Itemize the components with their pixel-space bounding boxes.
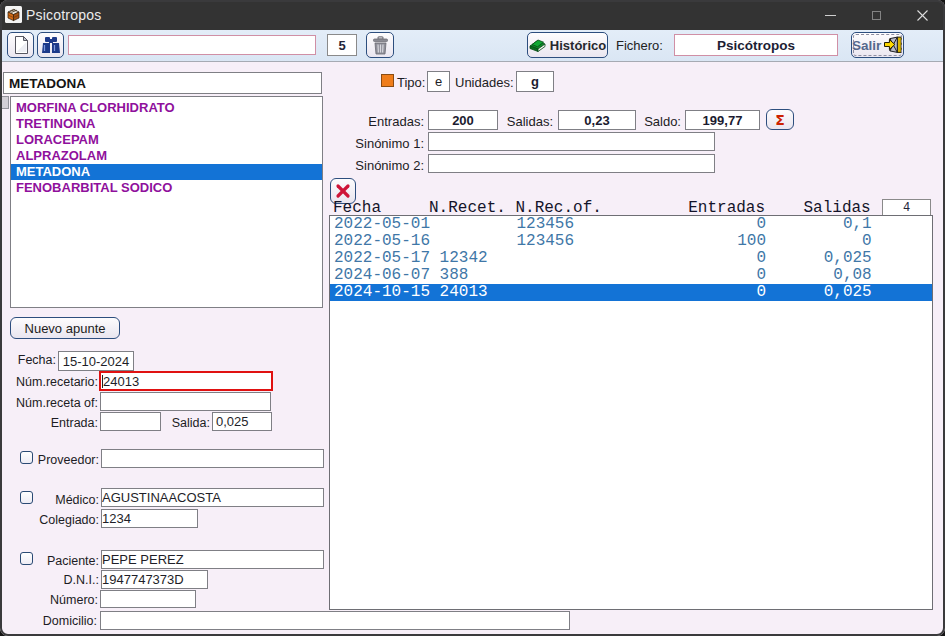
record-count-box: 5 [327, 34, 357, 56]
grid-header: Fecha N.Recet. N.Rec.of. Entradas Salida… [333, 201, 880, 216]
num-receta-of-label: Núm.receta of: [2, 396, 98, 410]
medico-label: Médico: [2, 493, 99, 507]
minimize-icon [825, 15, 836, 16]
app-icon [5, 6, 22, 23]
screen: Psicotropos [0, 0, 945, 636]
paciente-input[interactable]: PEPE PEREZ [101, 550, 324, 569]
entrada-label: Entrada: [2, 416, 98, 430]
new-record-button[interactable] [7, 32, 34, 58]
trash-icon [372, 36, 389, 55]
fecha-input[interactable]: 15-10-2024 [58, 351, 134, 371]
maximize-button[interactable] [853, 0, 899, 30]
delete-button[interactable] [366, 32, 394, 58]
tipo-label: Tipo: [397, 75, 425, 90]
entradas-label: Entradas: [334, 114, 424, 129]
unidades-label: Unidades: [455, 75, 514, 90]
minimize-button[interactable] [807, 0, 853, 30]
num-recetario-input[interactable]: 24013 [99, 371, 273, 391]
sinonimo2-label: Sinónimo 2: [334, 158, 424, 173]
exit-door-icon [884, 36, 903, 54]
grid-row[interactable]: 2024-06-07 388 0 0,08 [330, 267, 932, 284]
sinonimo2-input[interactable] [428, 154, 715, 173]
grid-row[interactable]: 2022-05-01 123456 0 0,1 [330, 216, 932, 233]
new-document-icon [12, 35, 30, 55]
search-button[interactable] [37, 32, 64, 58]
close-button[interactable] [899, 0, 945, 30]
grid-row[interactable]: 2022-05-17 12342 0 0,025 [330, 250, 932, 267]
colegiado-label: Colegiado: [2, 513, 99, 527]
salir-label: Salir [852, 38, 881, 53]
saldo-label: Saldo: [600, 114, 681, 129]
red-x-icon [335, 183, 351, 199]
proveedor-label: Proveedor: [2, 453, 99, 467]
medico-input[interactable]: AGUSTINAACOSTA [101, 488, 324, 507]
salir-button[interactable]: Salir [851, 32, 904, 58]
list-item[interactable]: TRETINOINA [11, 116, 322, 132]
list-item[interactable]: FENOBARBITAL SODICO [11, 180, 322, 196]
close-icon [917, 10, 928, 21]
grid-row[interactable]: 2024-10-15 24013 0 0,025 [330, 284, 932, 301]
binoculars-icon [41, 36, 61, 55]
tipo-color-swatch [381, 74, 394, 87]
saldo-input[interactable]: 199,77 [685, 110, 760, 130]
list-grip [0, 96, 9, 109]
colegiado-input[interactable]: 1234 [101, 509, 198, 528]
fichero-input[interactable]: Psicótropos [674, 34, 838, 56]
window-title: Psicotropos [26, 7, 101, 23]
search-input[interactable] [68, 35, 316, 55]
unidades-input[interactable]: g [516, 71, 554, 92]
app-window: Psicotropos [0, 0, 945, 636]
sinonimo1-label: Sinónimo 1: [334, 136, 424, 151]
numero-input[interactable] [100, 590, 196, 608]
fichero-label: Fichero: [616, 38, 663, 53]
sum-button[interactable]: Σ [766, 109, 794, 130]
tipo-input[interactable]: e [427, 71, 450, 92]
domicilio-input[interactable] [100, 611, 570, 630]
grid-row-count: 4 [882, 199, 931, 216]
book-icon [529, 37, 546, 54]
domicilio-label: Domicilio: [2, 614, 97, 628]
dni-label: D.N.I.: [2, 573, 99, 587]
nuevo-apunte-button[interactable]: Nuevo apunte [10, 317, 120, 339]
fecha-label: Fecha: [2, 353, 56, 367]
client-area: METADONA MORFINA CLORHIDRATOTRETINOINALO… [2, 62, 943, 634]
grid-row[interactable]: 2022-05-16 123456 100 0 [330, 233, 932, 250]
historico-button[interactable]: Histórico [527, 32, 608, 58]
num-recetario-label: Núm.recetario: [2, 375, 98, 389]
list-item[interactable]: MORFINA CLORHIDRATO [11, 100, 322, 116]
substance-list[interactable]: MORFINA CLORHIDRATOTRETINOINALORACEPAMAL… [10, 96, 323, 308]
sinonimo1-input[interactable] [428, 132, 715, 151]
list-item[interactable]: METADONA [11, 164, 322, 180]
paciente-label: Paciente: [2, 554, 99, 568]
numero-label: Número: [2, 593, 98, 607]
entries-grid[interactable]: 2022-05-01 123456 0 0,1 2022-05-16 12345… [329, 215, 933, 610]
salida-label: Salida: [132, 416, 210, 430]
titlebar: Psicotropos [0, 0, 945, 30]
list-item[interactable]: LORACEPAM [11, 132, 322, 148]
salida-input[interactable]: 0,025 [212, 412, 272, 431]
dni-input[interactable]: 1947747373D [101, 570, 208, 589]
toolbar: 5 Histórico Fichero: Psicótropos Sali [2, 30, 943, 62]
substance-name-input[interactable]: METADONA [3, 72, 322, 94]
maximize-icon [872, 11, 881, 20]
proveedor-input[interactable] [101, 449, 324, 468]
historico-label: Histórico [550, 38, 606, 53]
salidas-label: Salidas: [470, 114, 553, 129]
list-item[interactable]: ALPRAZOLAM [11, 148, 322, 164]
num-receta-of-input[interactable] [100, 392, 271, 411]
